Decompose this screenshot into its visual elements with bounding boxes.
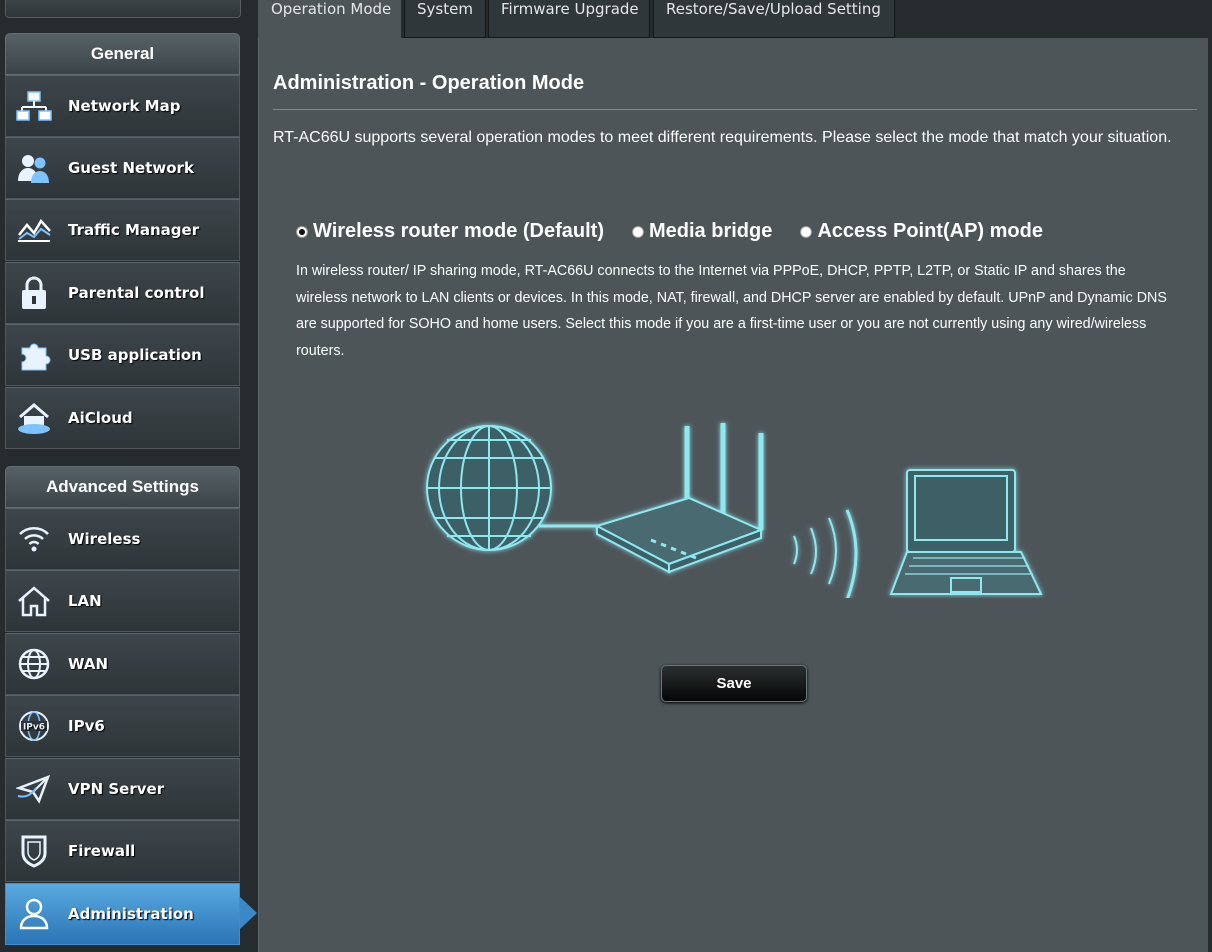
wifi-waves-illustration-icon <box>793 509 858 598</box>
sidebar-item-label: Administration <box>68 905 194 923</box>
intro-text: RT-AC66U supports several operation mode… <box>273 129 1172 146</box>
sidebar-item-label: WAN <box>68 655 109 673</box>
globe-icon <box>14 644 54 684</box>
router-illustration-icon <box>594 423 764 574</box>
sidebar-item-label: USB application <box>68 346 202 364</box>
advanced-settings-header: Advanced Settings <box>5 466 240 508</box>
radio-wireless-router[interactable] <box>296 225 308 238</box>
sidebar-top-stub <box>5 0 241 18</box>
sidebar-item-lan[interactable]: LAN <box>5 570 240 632</box>
guest-network-icon <box>14 148 54 188</box>
sidebar-item-label: AiCloud <box>68 409 133 427</box>
title-divider <box>273 109 1197 110</box>
shield-icon <box>14 831 54 871</box>
mode-media-bridge[interactable]: Media bridge <box>632 220 772 243</box>
page-title: Administration - Operation Mode <box>273 72 585 94</box>
sidebar-item-wireless[interactable]: Wireless <box>5 508 240 570</box>
mode-description: In wireless router/ IP sharing mode, RT-… <box>296 263 1167 359</box>
ipv6-icon: IPv6 <box>14 706 54 746</box>
operation-mode-options: Wireless router mode (Default) Media bri… <box>296 220 1071 243</box>
sidebar-item-label: Parental control <box>68 284 205 302</box>
radio-access-point[interactable] <box>800 225 813 238</box>
sidebar-item-label: Firewall <box>68 842 136 860</box>
sidebar-item-usb-application[interactable]: USB application <box>5 324 240 386</box>
cloud-house-icon <box>14 398 54 438</box>
house-icon <box>14 581 54 621</box>
sidebar-item-firewall[interactable]: Firewall <box>5 820 240 882</box>
sidebar-item-guest-network[interactable]: Guest Network <box>5 137 240 199</box>
operation-mode-illustration <box>426 423 1043 598</box>
active-item-pointer <box>240 897 257 929</box>
mode-access-point[interactable]: Access Point(AP) mode <box>800 220 1043 243</box>
admin-user-icon <box>14 894 54 934</box>
sidebar-item-ipv6[interactable]: IPv6 IPv6 <box>5 695 240 757</box>
sidebar-item-label: Traffic Manager <box>68 221 200 239</box>
puzzle-icon <box>14 335 54 375</box>
mode-label: Media bridge <box>649 220 773 242</box>
sidebar-item-label: IPv6 <box>68 717 105 735</box>
content-panel: Administration - Operation Mode RT-AC66U… <box>258 38 1208 952</box>
sidebar-item-parental-control[interactable]: Parental control <box>5 262 240 324</box>
sidebar-item-label: LAN <box>68 592 102 610</box>
tab-firmware-upgrade[interactable]: Firmware Upgrade <box>488 0 650 38</box>
tab-operation-mode[interactable]: Operation Mode <box>258 0 401 38</box>
sidebar-item-wan[interactable]: WAN <box>5 633 240 695</box>
sidebar-item-label: VPN Server <box>68 780 165 798</box>
sidebar-item-label: Guest Network <box>68 159 194 177</box>
lock-icon <box>14 273 54 313</box>
save-button[interactable]: Save <box>661 665 807 702</box>
globe-illustration-icon <box>426 425 552 551</box>
traffic-manager-icon <box>14 210 54 250</box>
vpn-icon <box>14 769 54 809</box>
sidebar-item-administration[interactable]: Administration <box>5 883 240 945</box>
sidebar-item-network-map[interactable]: Network Map <box>5 75 240 137</box>
mode-label: Access Point(AP) mode <box>817 220 1043 242</box>
wifi-icon <box>14 519 54 559</box>
mode-label: Wireless router mode (Default) <box>313 220 604 242</box>
radio-media-bridge[interactable] <box>632 225 644 238</box>
sidebar-item-label: Network Map <box>68 97 181 115</box>
svg-text:IPv6: IPv6 <box>23 723 45 733</box>
sidebar-item-label: Wireless <box>68 530 141 548</box>
mode-wireless-router[interactable]: Wireless router mode (Default) <box>296 220 604 243</box>
sidebar-item-aicloud[interactable]: AiCloud <box>5 387 240 449</box>
laptop-illustration-icon <box>889 469 1043 595</box>
network-map-icon <box>14 86 54 126</box>
sidebar-item-traffic-manager[interactable]: Traffic Manager <box>5 199 240 261</box>
tab-system[interactable]: System <box>404 0 486 38</box>
sidebar-item-vpn-server[interactable]: VPN Server <box>5 758 240 820</box>
general-header: General <box>5 33 240 75</box>
tab-restore-save-upload[interactable]: Restore/Save/Upload Setting <box>653 0 895 38</box>
